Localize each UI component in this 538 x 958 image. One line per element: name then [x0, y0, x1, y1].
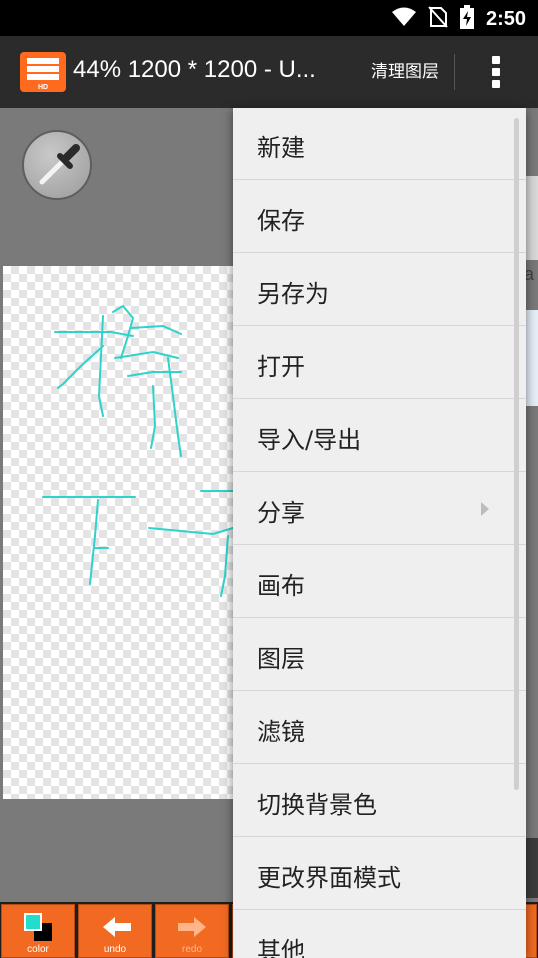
menu-item-layers[interactable]: 图层 — [233, 619, 526, 691]
menu-item-change-ui-mode[interactable]: 更改界面模式 — [233, 838, 526, 910]
arrow-left-icon — [103, 917, 131, 937]
color-label: color — [27, 944, 49, 955]
menu-scrollbar[interactable] — [514, 118, 519, 790]
appbar-divider — [454, 54, 455, 90]
menu-item-save[interactable]: 保存 — [233, 181, 526, 253]
app-logo[interactable]: HD — [20, 52, 66, 92]
menu-item-toggle-background[interactable]: 切换背景色 — [233, 765, 526, 837]
drawing-canvas[interactable] — [3, 266, 253, 799]
color-button[interactable]: color — [1, 904, 75, 958]
menu-item-canvas[interactable]: 画布 — [233, 546, 526, 618]
menu-item-filters[interactable]: 滤镜 — [233, 692, 526, 764]
menu-item-share[interactable]: 分享 — [233, 473, 526, 545]
clean-layers-button[interactable]: 清理图层 — [362, 56, 448, 88]
menu-item-save-as[interactable]: 另存为 — [233, 254, 526, 326]
menu-item-label: 切换背景色 — [257, 791, 377, 819]
undo-label: undo — [103, 944, 127, 955]
no-sim-icon — [428, 6, 448, 32]
menu-item-label: 打开 — [257, 353, 305, 381]
overflow-menu: 新建 保存 另存为 打开 导入/导出 分享 画布 图层 滤镜 切换背景色 更改界… — [233, 108, 526, 958]
eyedropper-icon — [39, 144, 80, 185]
menu-item-label: 保存 — [257, 207, 305, 235]
menu-item-label: 图层 — [257, 645, 305, 673]
primary-color-swatch — [24, 913, 42, 931]
menu-item-open[interactable]: 打开 — [233, 327, 526, 399]
menu-item-label: 其他 — [257, 937, 305, 958]
document-title: 44% 1200 * 1200 - U... — [73, 56, 316, 83]
menu-item-label: 新建 — [257, 134, 305, 162]
more-vert-icon[interactable] — [478, 54, 514, 90]
app-bar: HD 44% 1200 * 1200 - U... 清理图层 — [0, 36, 538, 108]
redo-button[interactable]: redo — [155, 904, 229, 958]
status-icons: 2:50 — [391, 5, 526, 33]
menu-item-label: 导入/导出 — [257, 426, 362, 454]
redo-label: redo — [181, 944, 202, 955]
battery-charging-icon — [459, 5, 474, 33]
menu-item-label: 分享 — [257, 499, 305, 527]
arrow-right-icon — [178, 917, 206, 937]
status-bar: 2:50 — [0, 0, 538, 36]
drawing-strokes — [42, 305, 253, 597]
menu-item-label: 画布 — [257, 572, 305, 600]
menu-item-label: 滤镜 — [257, 718, 305, 746]
menu-item-import-export[interactable]: 导入/导出 — [233, 400, 526, 472]
eyedropper-button[interactable] — [22, 130, 92, 200]
menu-item-label: 另存为 — [257, 280, 329, 308]
undo-button[interactable]: undo — [78, 904, 152, 958]
wifi-icon — [391, 7, 416, 31]
status-time: 2:50 — [485, 7, 526, 30]
menu-item-other[interactable]: 其他 — [233, 911, 526, 958]
menu-item-label: 更改界面模式 — [257, 864, 401, 892]
menu-item-new[interactable]: 新建 — [233, 108, 526, 180]
hd-badge: HD — [37, 84, 49, 91]
submenu-arrow-icon — [481, 502, 489, 516]
